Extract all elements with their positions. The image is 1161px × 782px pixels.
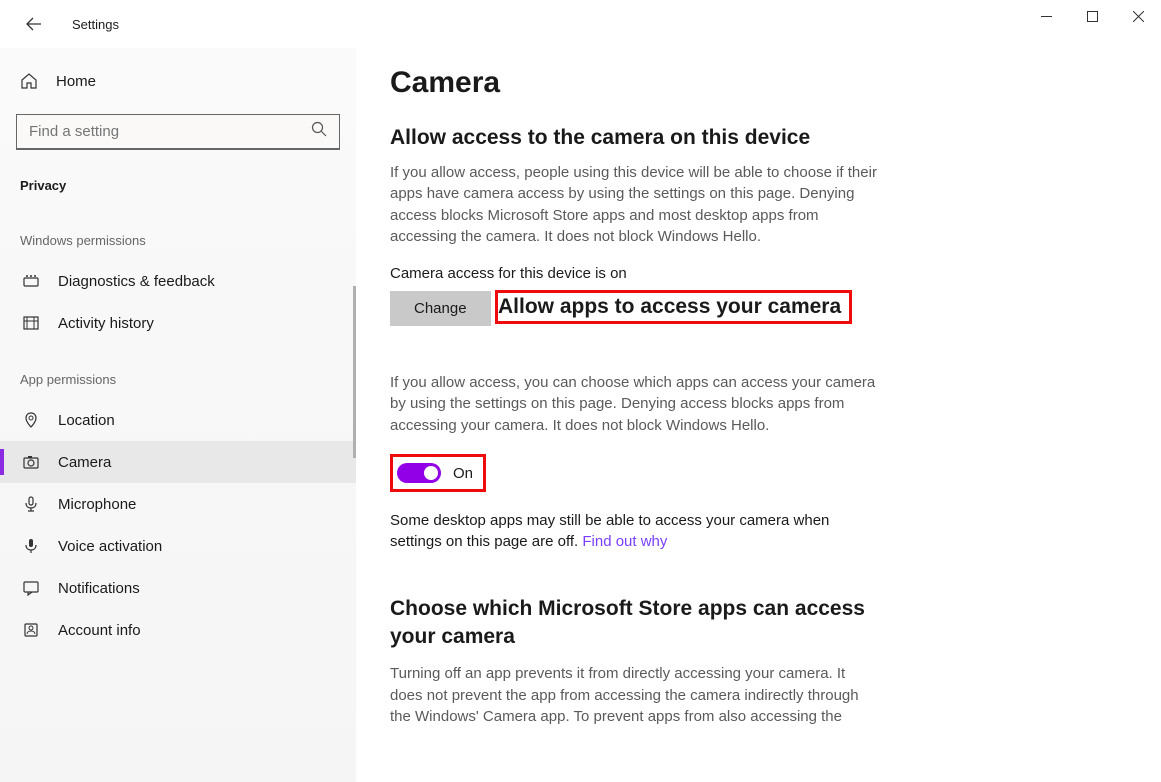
sidebar-item-label: Location	[58, 412, 115, 429]
diagnostics-icon	[20, 272, 42, 290]
app-title: Settings	[72, 17, 119, 32]
sidebar-item-label: Microphone	[58, 496, 136, 513]
change-button[interactable]: Change	[390, 291, 491, 326]
arrow-left-icon	[26, 16, 42, 32]
sidebar-item-microphone[interactable]: Microphone	[0, 483, 356, 525]
page-title: Camera	[390, 66, 1127, 100]
close-button[interactable]	[1115, 0, 1161, 32]
sidebar-home[interactable]: Home	[0, 62, 356, 100]
sidebar-item-activity-history[interactable]: Activity history	[0, 302, 356, 344]
search-input[interactable]	[29, 123, 311, 140]
maximize-button[interactable]	[1069, 0, 1115, 32]
sidebar-item-label: Account info	[58, 622, 141, 639]
window-controls	[1023, 0, 1161, 48]
sidebar-scrollbar[interactable]	[353, 286, 356, 458]
sidebar-item-diagnostics[interactable]: Diagnostics & feedback	[0, 260, 356, 302]
camera-access-status: Camera access for this device is on	[390, 265, 1127, 282]
section-allow-apps-desc: If you allow access, you can choose whic…	[390, 372, 880, 436]
allow-apps-toggle[interactable]	[397, 463, 441, 483]
sidebar-item-account-info[interactable]: Account info	[0, 609, 356, 651]
voice-icon	[20, 537, 42, 555]
section-allow-device-heading: Allow access to the camera on this devic…	[390, 126, 810, 150]
titlebar: Settings	[0, 0, 1161, 48]
camera-icon	[20, 453, 42, 471]
section-allow-device-desc: If you allow access, people using this d…	[390, 162, 880, 247]
maximize-icon	[1087, 11, 1098, 22]
minimize-button[interactable]	[1023, 0, 1069, 32]
toggle-state-label: On	[453, 465, 473, 482]
sidebar-item-camera[interactable]: Camera	[0, 441, 356, 483]
home-icon	[20, 72, 42, 90]
desktop-apps-note: Some desktop apps may still be able to a…	[390, 510, 880, 553]
sidebar-item-label: Diagnostics & feedback	[58, 273, 215, 290]
sidebar-item-location[interactable]: Location	[0, 399, 356, 441]
section-choose-apps-heading: Choose which Microsoft Store apps can ac…	[390, 595, 880, 652]
section-allow-apps-heading: Allow apps to access your camera	[498, 295, 841, 319]
close-icon	[1133, 11, 1144, 22]
sidebar: Home Privacy Windows permissions Diagnos…	[0, 48, 356, 782]
microphone-icon	[20, 495, 42, 513]
sidebar-item-voice-activation[interactable]: Voice activation	[0, 525, 356, 567]
back-button[interactable]	[18, 8, 50, 40]
search-icon	[311, 121, 327, 142]
sidebar-item-label: Voice activation	[58, 538, 162, 555]
content-area: Camera Allow access to the camera on thi…	[356, 48, 1161, 782]
sidebar-item-label: Notifications	[58, 580, 140, 597]
history-icon	[20, 314, 42, 332]
notifications-icon	[20, 579, 42, 597]
highlight-allow-apps-heading: Allow apps to access your camera	[495, 290, 852, 324]
minimize-icon	[1041, 11, 1052, 22]
find-out-why-link[interactable]: Find out why	[582, 533, 667, 550]
sidebar-item-notifications[interactable]: Notifications	[0, 567, 356, 609]
titlebar-left: Settings	[0, 8, 119, 40]
home-label: Home	[56, 73, 96, 90]
group-app-permissions: App permissions	[0, 344, 356, 399]
group-windows-permissions: Windows permissions	[0, 205, 356, 260]
privacy-label: Privacy	[0, 168, 356, 205]
highlight-toggle: On	[390, 454, 486, 492]
sidebar-item-label: Activity history	[58, 315, 154, 332]
account-icon	[20, 621, 42, 639]
location-icon	[20, 411, 42, 429]
section-choose-apps-desc: Turning off an app prevents it from dire…	[390, 663, 880, 727]
sidebar-item-label: Camera	[58, 454, 111, 471]
search-box[interactable]	[16, 114, 340, 150]
